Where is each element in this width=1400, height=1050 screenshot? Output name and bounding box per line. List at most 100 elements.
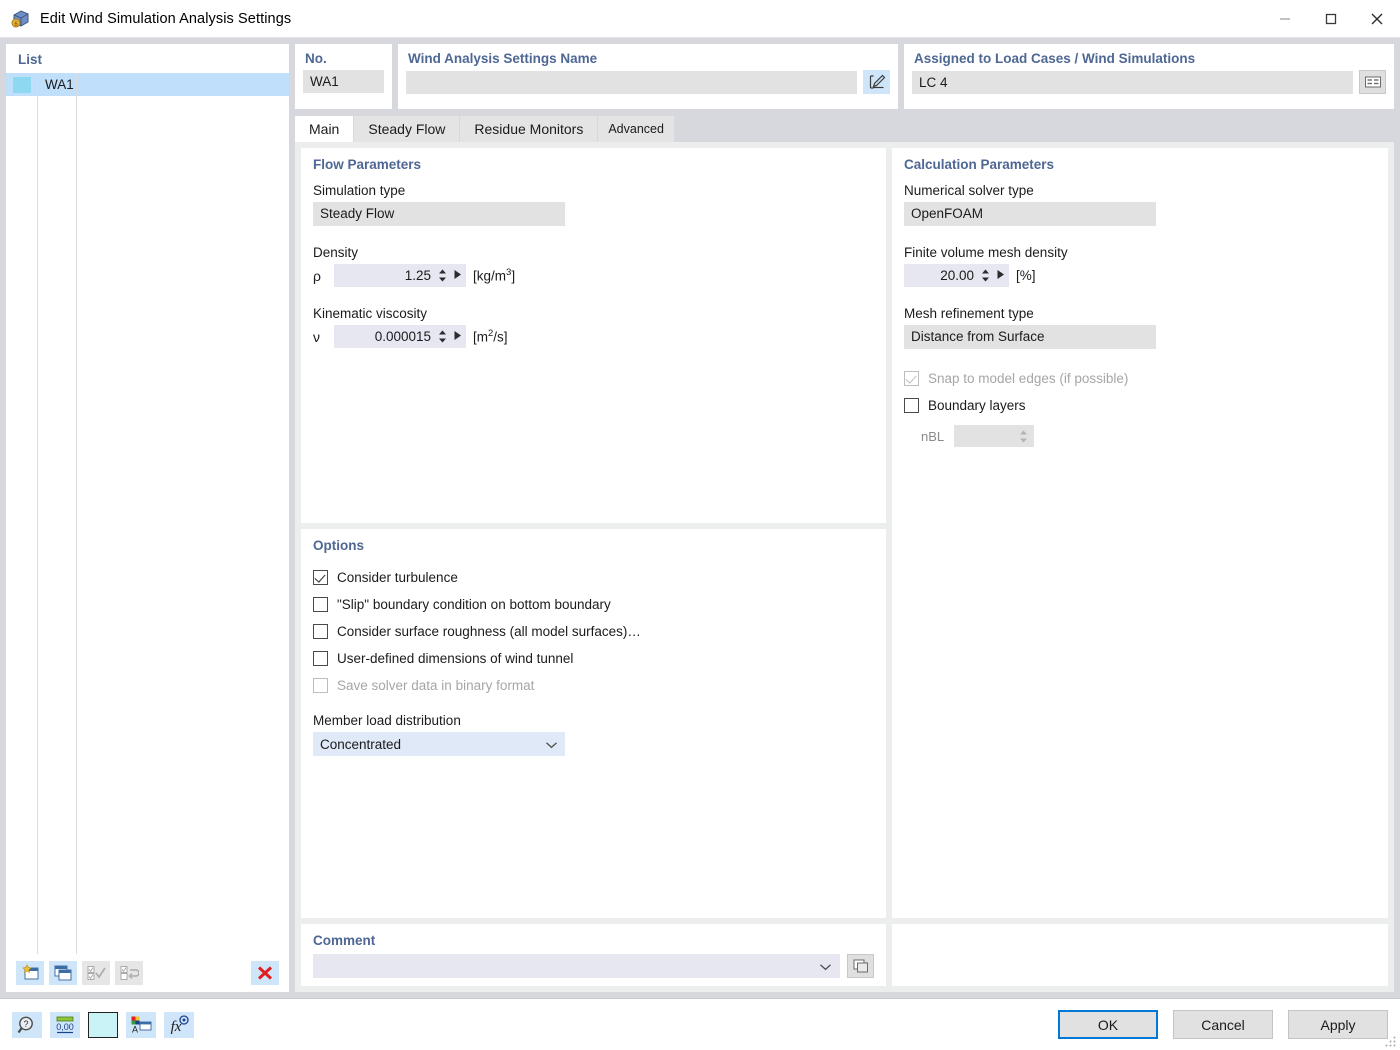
nbl-label: nBL <box>921 428 945 444</box>
comment-group: Comment <box>301 924 886 986</box>
density-stepper[interactable] <box>437 266 448 285</box>
flow-parameters-group: Flow Parameters Simulation type Steady F… <box>301 148 886 523</box>
calculation-parameters-group: Calculation Parameters Numerical solver … <box>892 148 1388 918</box>
assigned-box: Assigned to Load Cases / Wind Simulation… <box>904 44 1394 109</box>
copy-entry-button[interactable] <box>49 961 77 985</box>
density-more-button[interactable] <box>453 268 462 283</box>
fx-formula-icon[interactable]: fx <box>164 1011 194 1038</box>
copy-comment-icon[interactable] <box>847 954 874 978</box>
option-consider-turbulence[interactable]: Consider turbulence <box>313 564 874 591</box>
density-value: 1.25 <box>404 268 431 283</box>
snap-to-model-edges-checkbox <box>904 371 919 386</box>
number-format-icon[interactable]: 0,00 <box>50 1011 80 1038</box>
calculation-parameters-title: Calculation Parameters <box>904 157 1055 172</box>
tab-advanced[interactable]: Advanced <box>598 116 675 142</box>
ok-button[interactable]: OK <box>1058 1010 1158 1039</box>
tab-steady-flow-label: Steady Flow <box>368 121 446 137</box>
dialog-buttons: OK Cancel Apply <box>1058 1010 1388 1039</box>
density-row: ρ 1.25 [kg/m3] <box>313 264 874 287</box>
save-binary-checkbox <box>313 678 328 693</box>
viscosity-unit-post: /s] <box>493 329 508 345</box>
surface-roughness-label: Consider surface roughness (all model su… <box>337 624 641 639</box>
boundary-layers-checkbox[interactable] <box>904 398 919 413</box>
option-surface-roughness[interactable]: Consider surface roughness (all model su… <box>313 618 874 645</box>
slip-boundary-checkbox[interactable] <box>313 597 328 612</box>
edit-pencil-icon[interactable] <box>863 70 890 94</box>
select-all-button <box>82 961 110 985</box>
density-symbol: ρ <box>313 267 321 284</box>
list-grid[interactable]: WA1 <box>6 73 289 954</box>
density-unit-pre: [kg/m <box>473 268 507 284</box>
maximize-button[interactable] <box>1308 0 1354 38</box>
no-field[interactable]: WA1 <box>303 70 384 93</box>
density-unit: [kg/m3] <box>473 267 515 284</box>
flow-parameters-title: Flow Parameters <box>313 157 422 172</box>
viscosity-stepper[interactable] <box>437 327 448 346</box>
tab-steady-flow[interactable]: Steady Flow <box>354 116 461 142</box>
close-button[interactable] <box>1354 0 1400 38</box>
new-entry-button[interactable] <box>16 961 44 985</box>
option-boundary-layers[interactable]: Boundary layers <box>904 392 1376 419</box>
save-binary-label: Save solver data in binary format <box>337 678 535 693</box>
tab-residue-monitors[interactable]: Residue Monitors <box>460 116 599 142</box>
mesh-density-stepper[interactable] <box>980 266 991 285</box>
consider-turbulence-checkbox[interactable] <box>313 570 328 585</box>
assigned-field[interactable]: LC 4 <box>912 70 1353 94</box>
cancel-button[interactable]: Cancel <box>1173 1010 1273 1039</box>
list-item[interactable]: WA1 <box>6 73 289 96</box>
viscosity-more-button[interactable] <box>453 329 462 344</box>
list-item-label: WA1 <box>45 77 74 92</box>
minimize-button[interactable] <box>1262 0 1308 38</box>
list-select-icon[interactable] <box>1359 70 1386 94</box>
main-area: No. WA1 Wind Analysis Settings Name Assi… <box>295 44 1394 998</box>
comment-input[interactable] <box>313 954 840 978</box>
wind-simulation-icon: 6 <box>10 8 32 30</box>
solver-type-field[interactable]: OpenFOAM <box>904 202 1156 226</box>
assigned-label: Assigned to Load Cases / Wind Simulation… <box>914 51 1196 66</box>
consider-turbulence-label: Consider turbulence <box>337 570 458 585</box>
viscosity-value: 0.000015 <box>374 329 431 344</box>
extra-panel <box>892 924 1388 986</box>
list-panel: List WA1 <box>6 44 289 992</box>
viscosity-input[interactable]: 0.000015 <box>334 325 466 348</box>
question-magnifier-icon[interactable]: ? <box>12 1011 42 1038</box>
tab-advanced-label: Advanced <box>608 122 664 136</box>
window-title: Edit Wind Simulation Analysis Settings <box>40 10 292 27</box>
delete-entry-button[interactable] <box>251 961 279 985</box>
simulation-type-field[interactable]: Steady Flow <box>313 202 565 226</box>
viscosity-row: ν 0.000015 [m2/s] <box>313 325 874 348</box>
mesh-density-more-button[interactable] <box>996 268 1005 283</box>
display-properties-icon[interactable]: A <box>126 1011 156 1038</box>
no-label: No. <box>305 51 327 66</box>
no-box: No. WA1 <box>295 44 392 109</box>
member-load-dropdown[interactable]: Concentrated <box>313 732 565 756</box>
name-field[interactable] <box>406 70 857 94</box>
resize-grip[interactable] <box>1385 1035 1397 1047</box>
tab-main-label: Main <box>309 121 340 137</box>
mesh-density-input[interactable]: 20.00 <box>904 264 1009 287</box>
option-user-defined-dimensions[interactable]: User-defined dimensions of wind tunnel <box>313 645 874 672</box>
option-slip-boundary[interactable]: "Slip" boundary condition on bottom boun… <box>313 591 874 618</box>
bottom-row: Comment <box>301 924 1388 986</box>
mesh-density-unit: [%] <box>1016 268 1036 283</box>
nbl-input <box>954 425 1035 447</box>
svg-text:A: A <box>132 1024 138 1034</box>
density-input[interactable]: 1.25 <box>334 264 466 287</box>
option-snap-to-model-edges: Snap to model edges (if possible) <box>904 365 1376 392</box>
tab-residue-monitors-label: Residue Monitors <box>474 121 584 137</box>
mesh-density-row: 20.00 [%] <box>904 264 1376 287</box>
refinement-type-field[interactable]: Distance from Surface <box>904 325 1156 349</box>
viscosity-unit-pre: [m <box>473 329 488 345</box>
solver-type-label: Numerical solver type <box>904 183 1034 198</box>
surface-roughness-checkbox[interactable] <box>313 624 328 639</box>
apply-button[interactable]: Apply <box>1288 1010 1388 1039</box>
name-label: Wind Analysis Settings Name <box>408 51 598 66</box>
header-row: No. WA1 Wind Analysis Settings Name Assi… <box>295 44 1394 109</box>
viscosity-unit: [m2/s] <box>473 328 508 345</box>
color-swatch-icon[interactable] <box>88 1011 118 1038</box>
user-defined-dimensions-checkbox[interactable] <box>313 651 328 666</box>
name-box: Wind Analysis Settings Name <box>398 44 898 109</box>
svg-text:0,00: 0,00 <box>56 1022 74 1032</box>
window-controls <box>1262 0 1400 38</box>
tab-main[interactable]: Main <box>295 116 355 142</box>
